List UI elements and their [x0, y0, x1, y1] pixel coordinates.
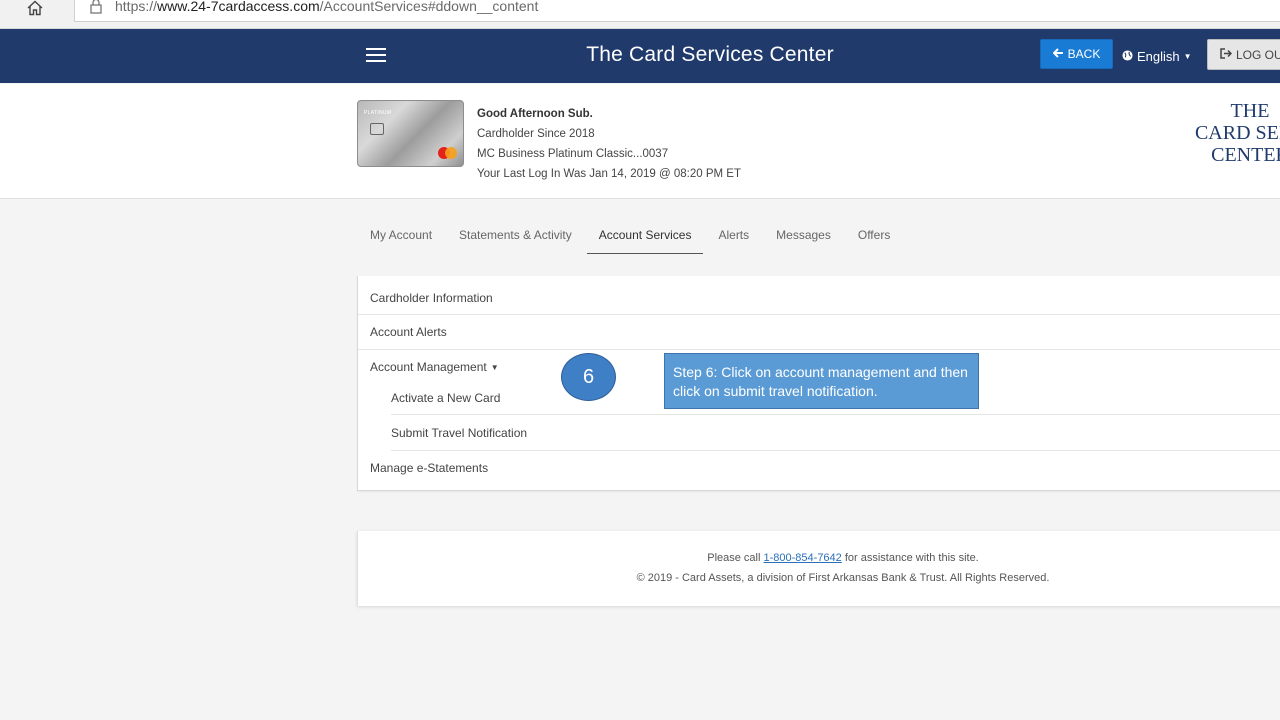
menu-item-manage-estatements[interactable]: Manage e-Statements — [370, 461, 488, 475]
divider — [358, 314, 1280, 315]
divider — [391, 414, 1280, 415]
footer-copyright: © 2019 - Card Assets, a division of Firs… — [636, 572, 1050, 584]
sign-out-icon — [1220, 47, 1233, 62]
phone-link[interactable]: 1-800-854-7642 — [764, 552, 842, 564]
tab-statements-activity[interactable]: Statements & Activity — [447, 218, 584, 254]
last-login: Your Last Log In Was Jan 14, 2019 @ 08:2… — [477, 168, 741, 180]
tab-my-account[interactable]: My Account — [358, 218, 444, 254]
step-instruction-callout: Step 6: Click on account management and … — [664, 353, 979, 409]
arrow-left-icon — [1052, 47, 1064, 61]
lock-icon — [89, 0, 103, 14]
brand-logo: THE CARD SERV CENTER — [1194, 100, 1280, 166]
tab-messages[interactable]: Messages — [764, 218, 843, 254]
url-field[interactable]: https://www.24-7cardaccess.com/AccountSe… — [74, 0, 1280, 22]
step-number-badge: 6 — [561, 353, 616, 401]
menu-item-submit-travel-notification[interactable]: Submit Travel Notification — [391, 426, 527, 440]
logout-button[interactable]: LOG OU — [1207, 39, 1280, 70]
account-summary: PLATINUM Good Afternoon Sub. Cardholder … — [0, 84, 1280, 199]
main-tabs: My Account Statements & Activity Account… — [358, 218, 905, 254]
greeting: Good Afternoon Sub. — [477, 108, 593, 120]
divider — [358, 349, 1280, 350]
tab-offers[interactable]: Offers — [846, 218, 902, 254]
credit-card-image: PLATINUM — [357, 100, 464, 167]
site-header: The Card Services Center BACK English ▼ … — [0, 29, 1280, 83]
cardholder-since: Cardholder Since 2018 — [477, 128, 595, 140]
menu-item-activate-new-card[interactable]: Activate a New Card — [391, 391, 500, 405]
page-footer: Please call 1-800-854-7642 for assistanc… — [357, 531, 1280, 606]
card-chip-icon — [370, 123, 384, 135]
url-text: https://www.24-7cardaccess.com/AccountSe… — [115, 0, 539, 14]
browser-address-bar: https://www.24-7cardaccess.com/AccountSe… — [0, 0, 1280, 29]
tab-alerts[interactable]: Alerts — [706, 218, 761, 254]
globe-icon — [1122, 49, 1133, 64]
footer-help-text: Please call 1-800-854-7642 for assistanc… — [707, 552, 979, 564]
menu-item-account-alerts[interactable]: Account Alerts — [370, 325, 447, 339]
chevron-down-icon: ▼ — [1183, 52, 1192, 61]
account-info: Good Afternoon Sub. Cardholder Since 201… — [477, 104, 741, 184]
home-icon[interactable] — [26, 0, 46, 16]
menu-item-account-management[interactable]: Account Management ▼ — [370, 360, 499, 374]
caret-down-icon: ▼ — [490, 363, 499, 373]
menu-item-cardholder-information[interactable]: Cardholder Information — [370, 291, 493, 305]
back-button[interactable]: BACK — [1040, 39, 1113, 69]
tab-account-services[interactable]: Account Services — [586, 218, 704, 254]
card-name: MC Business Platinum Classic...0037 — [477, 148, 669, 160]
divider — [391, 450, 1280, 451]
language-selector[interactable]: English ▼ — [1122, 49, 1192, 64]
